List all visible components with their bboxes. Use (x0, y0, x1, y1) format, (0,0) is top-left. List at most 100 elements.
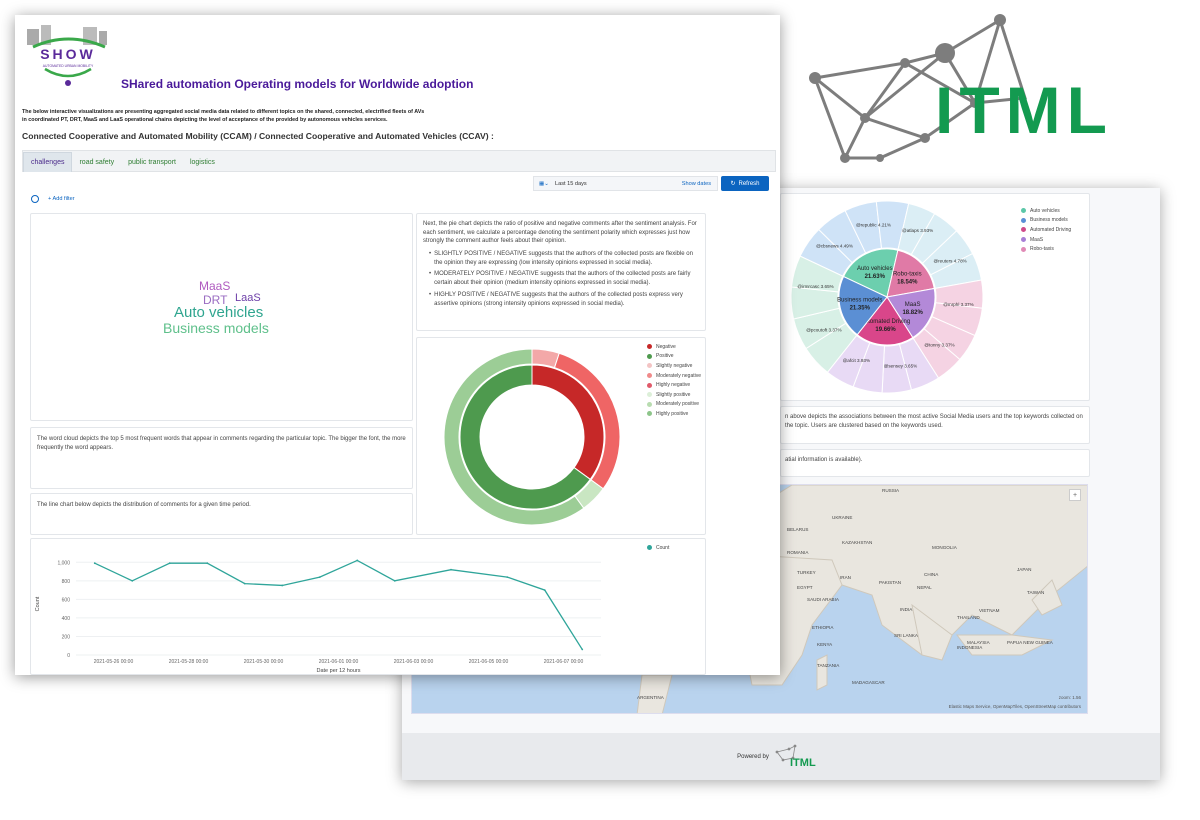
legend-item[interactable]: Moderately negative (647, 371, 701, 381)
time-range-label: Last 15 days (554, 180, 587, 187)
tab-challenges[interactable]: challenges (23, 152, 73, 172)
sunburst-inner-label: Robo-taxis (893, 272, 922, 278)
x-tick-label: 2021-05-26 00:00 (94, 659, 134, 665)
itml-brand-logo: ITML (805, 8, 1145, 168)
word-auto-vehicles: Auto vehicles (174, 304, 264, 321)
line-legend-label: Count (656, 544, 670, 551)
word-business-models: Business models (163, 320, 269, 336)
map-country-label: MONGOLIA (932, 545, 957, 550)
legend-item[interactable]: Slightly negative (647, 361, 701, 371)
sunburst-outer-label: @afcit 3.93% (843, 358, 870, 363)
word-laas: LaaS (235, 292, 261, 304)
data-point[interactable] (131, 579, 134, 582)
legend-item[interactable]: Highly positive (647, 409, 701, 419)
map-country-label: JAPAN (1017, 567, 1032, 572)
sunburst-inner-value: 21.35% (850, 305, 871, 311)
tab-road-safety[interactable]: road safety (72, 153, 121, 172)
data-point[interactable] (168, 562, 171, 565)
refresh-label: Refresh (738, 180, 760, 187)
linechart-description: The line chart below depicts the distrib… (30, 493, 413, 535)
map-country-label: CHINA (924, 572, 939, 577)
wordcloud-description: The word cloud depicts the top 5 most fr… (30, 427, 413, 489)
legend-dot (647, 392, 652, 398)
legend-dot (647, 382, 652, 388)
sentiment-donut-chart (443, 348, 621, 526)
legend-item[interactable]: Moderately positive (647, 400, 701, 410)
y-axis-label: Count (35, 596, 41, 611)
show-dates-link[interactable]: Show dates (682, 181, 711, 187)
filter-toggle-icon[interactable] (31, 195, 39, 203)
tab-logistics[interactable]: logistics (183, 153, 222, 172)
data-point[interactable] (393, 579, 396, 582)
legend-dot (1021, 246, 1026, 252)
data-point[interactable] (543, 589, 546, 591)
map-country-label: ROMANIA (787, 550, 809, 555)
section-title: Connected Cooperative and Automated Mobi… (22, 131, 494, 141)
data-point[interactable] (450, 568, 452, 571)
map-country-label: INDONESIA (957, 645, 983, 650)
y-tick-label: 600 (62, 597, 71, 603)
footer-brand-text: ITML (790, 757, 816, 769)
sunburst-outer-label: @cbsnews 4.49% (816, 244, 853, 249)
data-point[interactable] (206, 562, 209, 565)
legend-item[interactable]: Auto vehicles (1021, 206, 1071, 216)
data-point[interactable] (243, 582, 246, 585)
map-country-label: KAZAKHSTAN (842, 540, 873, 545)
legend-label: Positive (656, 353, 674, 360)
legend-item[interactable]: Highly negative (647, 380, 701, 390)
refresh-button[interactable]: ↻ Refresh (721, 176, 769, 191)
legend-item[interactable]: Negative (647, 342, 701, 352)
legend-item[interactable]: Robo-taxis (1021, 244, 1071, 254)
sunburst-outer-label: @tonny 3.37% (924, 342, 954, 347)
sunburst-inner-label: Auto vehicles (857, 266, 893, 272)
legend-label: Negative (656, 343, 676, 350)
legend-dot (1021, 217, 1026, 223)
legend-dot (647, 363, 652, 369)
sentiment-legend: Negative Positive Slightly negative Moderat… (647, 342, 701, 419)
data-point[interactable] (506, 576, 509, 579)
network-icon: ITML (809, 14, 1107, 163)
legend-label: Automated Driving (1030, 226, 1072, 233)
data-point[interactable] (356, 559, 359, 562)
legend-item[interactable]: Business models (1021, 216, 1071, 226)
map-country-label: EGYPT (797, 585, 813, 590)
geo-note: atial information is available). (780, 449, 1090, 477)
sentiment-pie-panel: Negative Positive Slightly negative Moderat… (416, 337, 706, 535)
legend-item[interactable]: Slightly positive (647, 390, 701, 400)
time-picker[interactable]: ▦⌄ Last 15 days Show dates (533, 176, 718, 191)
sentiment-bullet: • SLIGHTLY POSITIVE / NEGATIVE suggests t… (423, 250, 699, 267)
tab-public-transport[interactable]: public transport (121, 153, 183, 172)
map-country-label: IRAN (840, 575, 851, 580)
sunburst-inner-label: MaaS (905, 302, 921, 308)
legend-item[interactable]: MaaS (1021, 235, 1071, 245)
intro-text: The below interactive visualizations are… (22, 108, 722, 124)
comments-line-chart: 1,000 800 600 400 200 0 2021-05-26 00:00 2021-0… (35, 559, 601, 674)
map-country-label: TANZANIA (817, 663, 840, 668)
sentiment-intro: Next, the pie chart depicts the ratio of… (423, 221, 697, 245)
sunburst-inner-value: 18.82% (902, 310, 923, 316)
legend-dot (1021, 237, 1026, 243)
calendar-icon[interactable]: ▦⌄ (539, 181, 549, 187)
sentiment-bullet-text: MODERATELY POSITIVE / NEGATIVE suggests … (434, 271, 691, 287)
x-tick-label: 2021-06-03 00:00 (394, 659, 434, 665)
add-filter-link[interactable]: + Add filter (48, 196, 75, 202)
sunburst-outer-label: @irmrcasc 3.65% (797, 284, 833, 289)
linechart-panel: 1,000 800 600 400 200 0 2021-05-26 00:00 2021-0… (30, 538, 706, 675)
sentiment-bullet: • HIGHLY POSITIVE / NEGATIVE suggests tha… (423, 291, 699, 308)
legend-dot (647, 401, 652, 407)
sentiment-bullet-text: HIGHLY POSITIVE / NEGATIVE suggests that… (434, 291, 683, 307)
data-point[interactable] (318, 576, 321, 579)
data-point[interactable] (581, 648, 584, 651)
wordcloud-description-text: The word cloud depicts the top 5 most fr… (37, 436, 406, 451)
data-point[interactable] (93, 562, 96, 565)
data-point[interactable] (281, 584, 284, 587)
legend-item[interactable]: Automated Driving (1021, 225, 1071, 235)
sunburst-inner-value: 18.54% (897, 280, 918, 286)
legend-label: Slightly positive (656, 391, 691, 398)
show-logo-subtitle: AUTOMATED URBAN MOBILITY (43, 64, 94, 68)
legend-item[interactable]: Positive (647, 352, 701, 362)
word-maas: MaaS (199, 279, 231, 293)
powered-by-label: Powered by (737, 753, 769, 760)
legend-label: Moderately positive (656, 401, 700, 408)
map-zoom-button[interactable]: + (1069, 489, 1081, 501)
